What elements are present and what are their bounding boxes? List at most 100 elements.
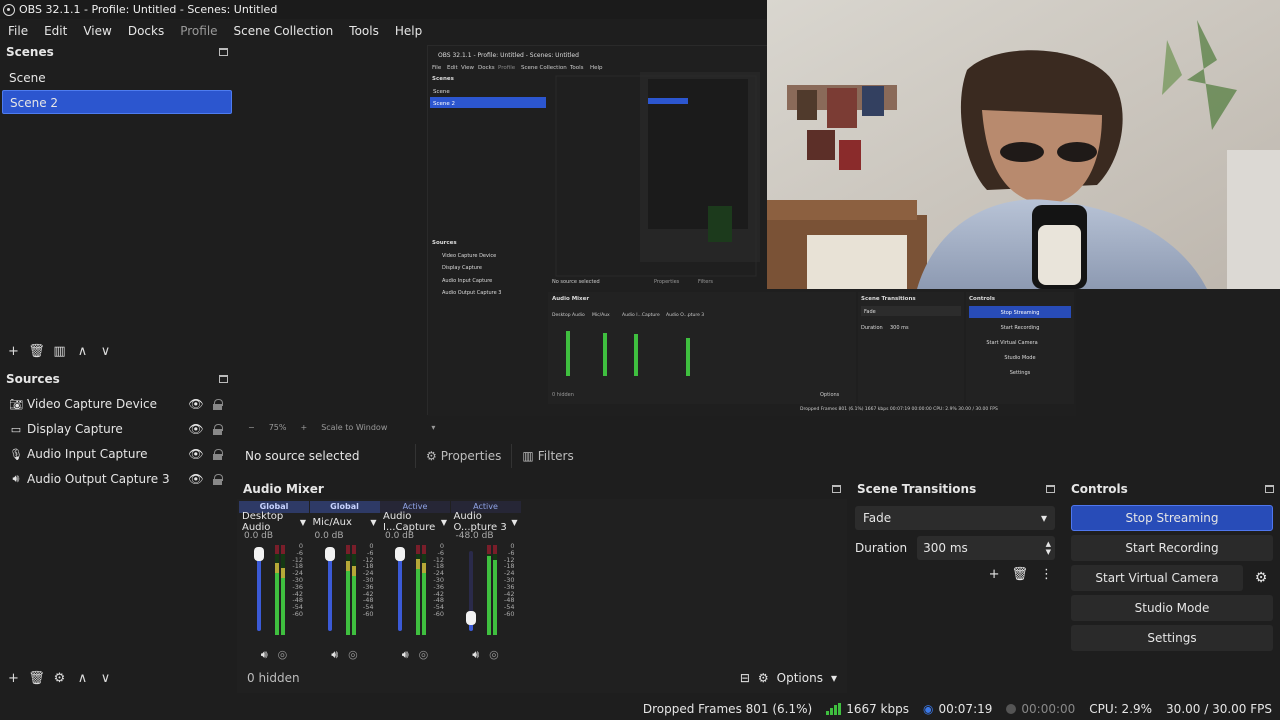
volume-fader[interactable] [398,551,402,631]
undock-icon[interactable] [219,48,228,56]
menu-view[interactable]: View [75,24,119,38]
sources-title: Sources [6,372,60,386]
svg-text:Controls: Controls [969,296,996,302]
transition-select[interactable]: Fade ▾ [855,506,1055,530]
channel-name-dropdown[interactable]: Audio I...Capture ▼ [380,511,450,533]
options-button[interactable]: Options [777,671,823,685]
fader-handle[interactable] [465,611,476,625]
menu-tools[interactable]: Tools [341,24,387,38]
add-icon[interactable]: + [3,341,24,361]
menu-docks[interactable]: Docks [120,24,172,38]
meter-tick: -60 [292,609,303,618]
undock-icon[interactable] [832,485,841,493]
eye-icon[interactable]: 👁︎ [188,397,204,411]
eye-icon[interactable]: 👁︎ [188,422,204,436]
duration-input[interactable]: 300 ms ▲ ▼ [917,536,1055,560]
trash-icon[interactable]: 🗑︎ [1011,567,1028,582]
menu-profile[interactable]: Profile [172,24,225,38]
lock-icon[interactable] [209,424,225,435]
start-virtual-camera-button[interactable]: Start Virtual Camera [1071,565,1243,591]
meter-scale: 0 -6 -12 -18 -24 -30 -36 -42 -48 -54 -60 [354,543,374,618]
monitor-audio-icon[interactable]: ◎ [419,648,429,662]
chevron-down-icon: ▾ [1040,511,1047,525]
zoom-in-icon[interactable]: + [300,423,307,432]
filter-icon[interactable]: ▥ [49,341,70,361]
volume-fader[interactable] [327,551,332,631]
monitor-audio-icon[interactable]: ◎ [348,648,358,662]
cpu-usage: CPU: 2.9% [1089,701,1153,716]
chevron-down-icon[interactable]: ▾ [831,671,837,685]
lock-icon[interactable] [209,474,225,485]
sources-toolbar: + 🗑︎ ⚙ ∧ ∨ [3,668,116,688]
chevron-down-icon[interactable]: ▾ [431,423,435,432]
channel-name-dropdown[interactable]: Desktop Audio ▼ [239,511,309,533]
spin-buttons[interactable]: ▲ ▼ [1046,540,1051,556]
speaker-icon[interactable]: 🔊︎ [402,648,409,662]
scenes-dock: Scenes Scene Scene 2 + 🗑︎ ▥ ∧ ∨ [0,42,234,364]
source-row[interactable]: 🎙︎ Audio Input Capture 👁︎ [0,442,234,466]
speaker-icon[interactable]: 🔊︎ [472,648,479,662]
scenes-header: Scenes [0,42,234,62]
menu-file[interactable]: File [0,24,36,38]
zoom-level: 75% [268,422,287,432]
meter-scale: 0 -6 -12 -18 -24 -30 -36 -42 -48 -54 -60 [495,543,515,618]
filters-button[interactable]: ▥ Filters [511,444,583,468]
svg-text:300 ms: 300 ms [890,325,909,331]
undock-icon[interactable] [1046,485,1055,493]
start-recording-button[interactable]: Start Recording [1071,535,1273,561]
speaker-icon[interactable]: 🔊︎ [331,648,338,662]
svg-text:Profile: Profile [498,65,516,71]
properties-button[interactable]: ⚙ Properties [415,444,511,468]
menu-help[interactable]: Help [387,24,430,38]
move-up-icon[interactable]: ∧ [72,341,93,361]
gear-icon[interactable]: ⚙ [49,668,70,688]
move-down-icon[interactable]: ∨ [95,668,116,688]
add-icon[interactable]: + [989,567,1000,582]
undock-icon[interactable] [1265,485,1274,493]
lock-icon[interactable] [209,399,225,410]
vu-peak-zone [275,545,279,554]
menu-edit[interactable]: Edit [36,24,75,38]
stop-streaming-button[interactable]: Stop Streaming [1071,505,1273,531]
gear-icon[interactable]: ⚙ [1249,565,1273,591]
source-row[interactable]: ▭ Display Capture 👁︎ [0,417,234,441]
channel-name: Desktop Audio [242,511,284,533]
mixer-channel: Active Audio I...Capture ▼ 0.0 dB 0 -6 -12 -18-… [380,501,450,665]
svg-text:Settings: Settings [1010,370,1031,376]
controls-header: Controls [1065,479,1280,499]
add-icon[interactable]: + [3,668,24,688]
monitor-audio-icon[interactable]: ◎ [489,648,499,662]
channel-name-dropdown[interactable]: Mic/Aux ▼ [310,513,380,531]
fader-handle[interactable] [254,547,264,561]
settings-button[interactable]: Settings [1071,625,1273,651]
channel-name-dropdown[interactable]: Audio O...pture 3 ▼ [451,511,521,533]
move-down-icon[interactable]: ∨ [95,341,116,361]
menu-scene-collection[interactable]: Scene Collection [226,24,342,38]
scale-mode-select[interactable]: Scale to Window [321,423,387,432]
lock-icon[interactable] [209,449,225,460]
move-up-icon[interactable]: ∧ [72,668,93,688]
status-bar: Dropped Frames 801 (6.1%) 1667 kbps ◉ 00… [0,697,1280,720]
trash-icon[interactable]: 🗑︎ [26,668,47,688]
scene-item[interactable]: Scene [2,66,232,90]
zoom-out-icon[interactable]: − [248,423,255,432]
monitor-icon: ▭ [10,422,22,436]
trash-icon[interactable]: 🗑︎ [26,341,47,361]
volume-fader[interactable] [257,551,261,631]
duration-label: Duration [855,541,908,555]
svg-text:Options: Options [820,392,840,398]
eye-icon[interactable]: 👁︎ [188,472,204,486]
scene-item-selected[interactable]: Scene 2 [2,90,232,114]
studio-mode-button[interactable]: Studio Mode [1071,595,1273,621]
fader-handle[interactable] [395,547,405,561]
source-row[interactable]: 📷︎ Video Capture Device 👁︎ [0,392,234,416]
more-vertical-icon[interactable]: ⋮ [1040,567,1053,582]
undock-icon[interactable] [219,375,228,383]
fader-handle[interactable] [324,547,335,561]
speaker-icon[interactable]: 🔊︎ [261,648,268,662]
monitor-audio-icon[interactable]: ◎ [278,648,288,662]
eye-icon[interactable]: 👁︎ [188,447,204,461]
layout-icon[interactable]: ⊟ [740,671,750,685]
advanced-audio-icon[interactable]: ⚙ [758,671,769,685]
source-row[interactable]: 🔊︎ Audio Output Capture 3 👁︎ [0,467,234,491]
